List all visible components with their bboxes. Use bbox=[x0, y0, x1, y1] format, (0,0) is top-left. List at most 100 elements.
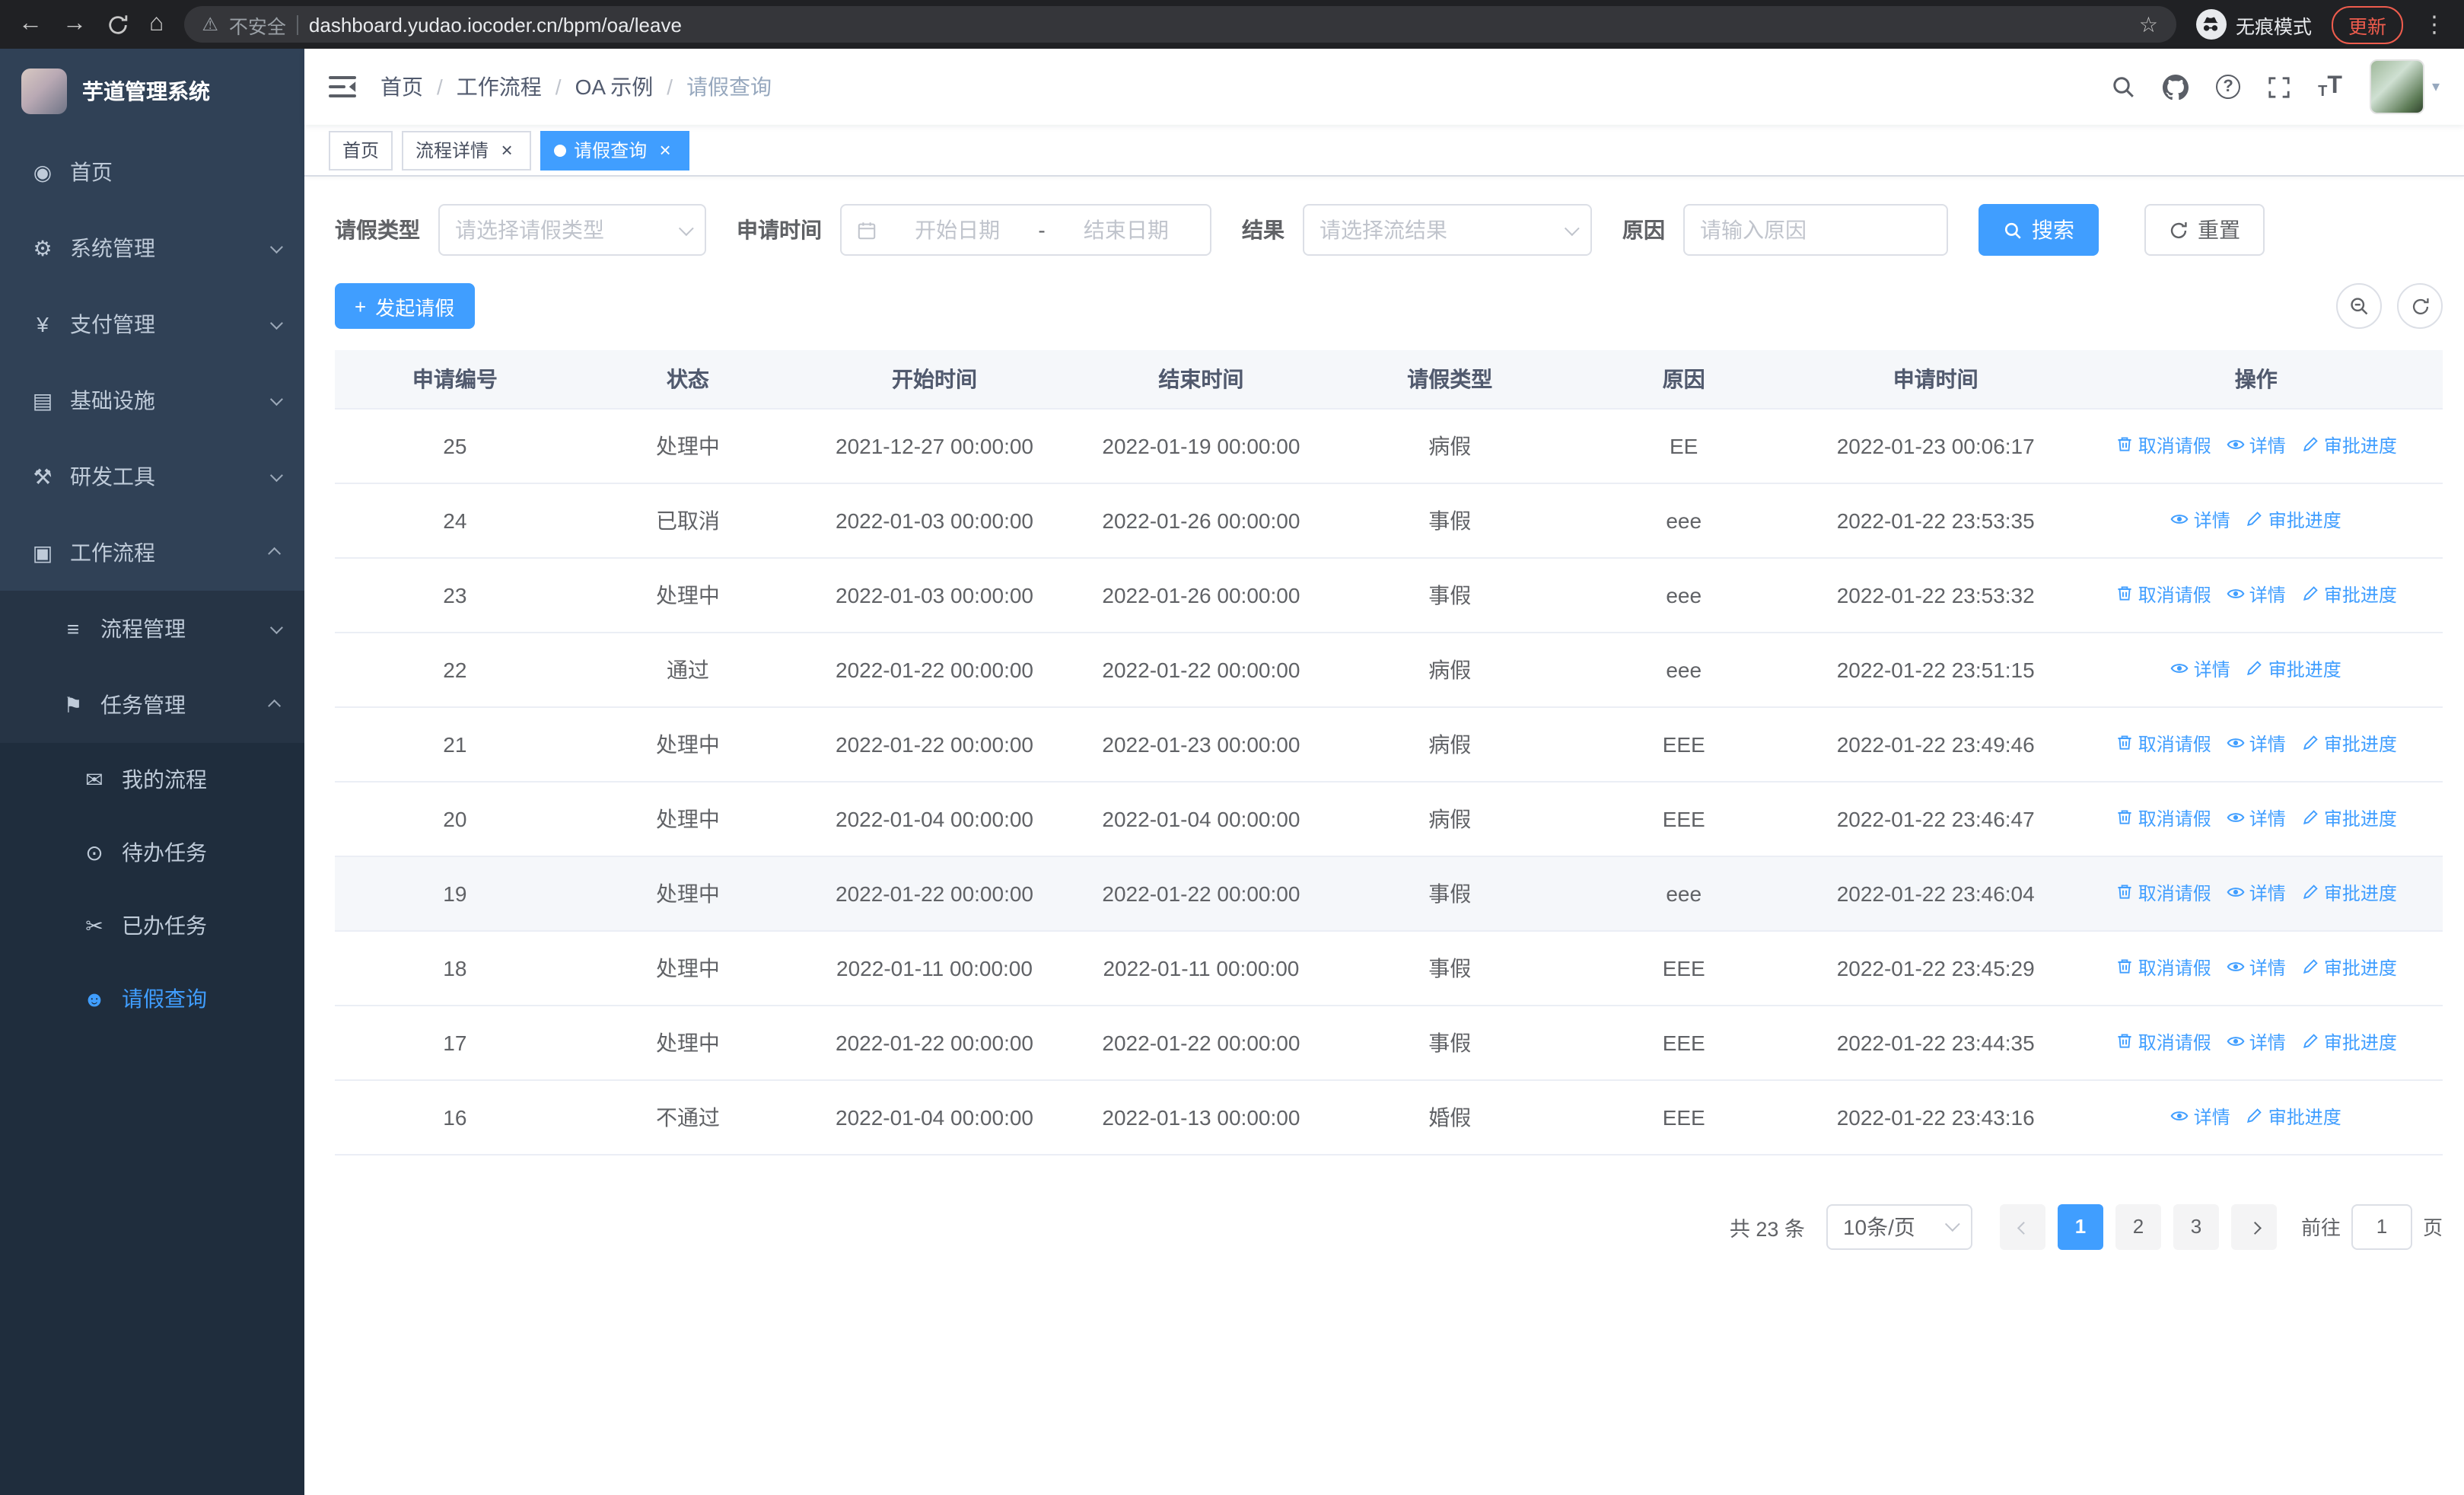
action-detail[interactable]: 详情 bbox=[2171, 1104, 2230, 1130]
sidebar-item-label: 工作流程 bbox=[70, 540, 155, 565]
help-icon[interactable]: ? bbox=[2216, 75, 2241, 99]
action-detail[interactable]: 详情 bbox=[2227, 432, 2286, 458]
page-size-select[interactable]: 10条/页 bbox=[1826, 1203, 1972, 1249]
result-select[interactable]: 请选择流结果 bbox=[1303, 204, 1592, 256]
sidebar-item-devtools[interactable]: ⚒ 研发工具 bbox=[0, 438, 304, 515]
action-cancel[interactable]: 取消请假 bbox=[2115, 731, 2211, 757]
action-progress[interactable]: 审批进度 bbox=[2246, 656, 2341, 682]
update-button[interactable]: 更新 bbox=[2331, 5, 2403, 43]
sidebar-item-leave[interactable]: ☻ 请假查询 bbox=[0, 962, 304, 1035]
action-progress[interactable]: 审批进度 bbox=[2246, 1104, 2341, 1130]
action-cancel[interactable]: 取消请假 bbox=[2115, 880, 2211, 906]
sidebar-item-label: 已办任务 bbox=[122, 913, 207, 938]
action-detail[interactable]: 详情 bbox=[2227, 1029, 2286, 1055]
action-cancel[interactable]: 取消请假 bbox=[2115, 582, 2211, 607]
cell-status: 处理中 bbox=[575, 557, 801, 633]
date-range-picker[interactable]: 开始日期 - 结束日期 bbox=[840, 204, 1211, 256]
sidebar-item-workflow[interactable]: ▣ 工作流程 bbox=[0, 515, 304, 591]
forward-icon[interactable]: → bbox=[62, 11, 87, 37]
tab-close-icon[interactable]: × bbox=[496, 139, 517, 161]
action-detail[interactable]: 详情 bbox=[2227, 955, 2286, 980]
sidebar-item-todo[interactable]: ⊙ 待办任务 bbox=[0, 816, 304, 889]
page-1[interactable]: 1 bbox=[2057, 1203, 2103, 1249]
action-progress[interactable]: 审批进度 bbox=[2301, 582, 2397, 607]
action-cancel[interactable]: 取消请假 bbox=[2115, 1029, 2211, 1055]
action-progress[interactable]: 审批进度 bbox=[2246, 507, 2341, 533]
action-progress[interactable]: 审批进度 bbox=[2301, 1029, 2397, 1055]
action-cancel[interactable]: 取消请假 bbox=[2115, 955, 2211, 980]
page-2[interactable]: 2 bbox=[2115, 1203, 2161, 1249]
table-row: 22 通过 2022-01-22 00:00:00 2022-01-22 00:00:… bbox=[335, 632, 2443, 707]
start-date-placeholder: 开始日期 bbox=[915, 218, 1001, 242]
viewport: ← → ⌂ ⚠ 不安全 dashboard.yudao.iocoder.cn/b… bbox=[0, 0, 2464, 1495]
sidebar-item-task[interactable]: ⚑ 任务管理 bbox=[0, 667, 304, 743]
toggle-search-icon[interactable] bbox=[2336, 283, 2382, 329]
action-progress[interactable]: 审批进度 bbox=[2301, 955, 2397, 980]
next-page-button[interactable] bbox=[2230, 1203, 2277, 1249]
refresh-table-icon[interactable] bbox=[2397, 283, 2443, 329]
column-header: 申请编号 bbox=[335, 350, 575, 409]
action-progress[interactable]: 审批进度 bbox=[2301, 880, 2397, 906]
address-bar[interactable]: ⚠ 不安全 dashboard.yudao.iocoder.cn/bpm/oa/… bbox=[183, 6, 2176, 43]
cell-actions: 详情 审批进度 bbox=[2069, 483, 2443, 558]
cell-start: 2022-01-04 00:00:00 bbox=[801, 781, 1068, 856]
chevron-up-icon bbox=[268, 699, 282, 712]
sidebar-item-process[interactable]: ≡ 流程管理 bbox=[0, 591, 304, 667]
breadcrumb-item-1[interactable]: 工作流程 bbox=[457, 72, 542, 102]
task-icon: ⚑ bbox=[63, 692, 83, 716]
search-icon[interactable] bbox=[2111, 75, 2135, 99]
sidebar-item-gear[interactable]: ⚙ 系统管理 bbox=[0, 210, 304, 286]
navbar-actions: ? TT ▾ bbox=[2111, 59, 2440, 114]
sidebar-item-infrastructure[interactable]: ▤ 基础设施 bbox=[0, 362, 304, 438]
leave-type-select[interactable]: 请选择请假类型 bbox=[438, 204, 706, 256]
action-progress[interactable]: 审批进度 bbox=[2301, 731, 2397, 757]
user-menu[interactable]: ▾ bbox=[2369, 59, 2440, 114]
font-size-icon[interactable]: TT bbox=[2318, 73, 2342, 100]
filter-leave-type: 请假类型 请选择请假类型 bbox=[335, 204, 706, 256]
search-button[interactable]: 搜索 bbox=[1979, 204, 2099, 256]
create-leave-button[interactable]: + 发起请假 bbox=[335, 283, 475, 329]
action-progress[interactable]: 审批进度 bbox=[2301, 805, 2397, 831]
sidebar-item-payment[interactable]: ¥ 支付管理 bbox=[0, 286, 304, 362]
cell-id: 21 bbox=[335, 706, 575, 782]
table-row: 20 处理中 2022-01-04 00:00:00 2022-01-04 00:00… bbox=[335, 781, 2443, 856]
refresh-icon[interactable] bbox=[107, 13, 129, 36]
action-detail[interactable]: 详情 bbox=[2227, 731, 2286, 757]
action-detail[interactable]: 详情 bbox=[2227, 582, 2286, 607]
action-cancel[interactable]: 取消请假 bbox=[2115, 432, 2211, 458]
tab-0[interactable]: 首页 bbox=[329, 130, 393, 170]
reset-button[interactable]: 重置 bbox=[2144, 204, 2265, 256]
kebab-menu-icon[interactable]: ⋮ bbox=[2423, 13, 2446, 36]
back-icon[interactable]: ← bbox=[18, 11, 43, 37]
tab-1[interactable]: 流程详情 × bbox=[402, 130, 532, 170]
action-progress[interactable]: 审批进度 bbox=[2301, 432, 2397, 458]
tab-close-icon[interactable]: × bbox=[654, 139, 676, 161]
leave-table: 申请编号 状态 开始时间 结束时间 请假类型 原因 申请时间 操作 25 处理中 2021-12-… bbox=[335, 350, 2443, 1155]
action-detail[interactable]: 详情 bbox=[2227, 805, 2286, 831]
reason-input[interactable] bbox=[1683, 204, 1948, 256]
cell-actions: 取消请假 详情 审批进度 bbox=[2069, 408, 2443, 483]
address-divider bbox=[296, 14, 298, 34]
eye-icon bbox=[2227, 735, 2245, 753]
page-3[interactable]: 3 bbox=[2173, 1203, 2219, 1249]
app-logo[interactable]: 芋道管理系统 bbox=[0, 49, 304, 134]
sidebar-item-done[interactable]: ✂ 已办任务 bbox=[0, 889, 304, 962]
home-icon[interactable]: ⌂ bbox=[149, 11, 164, 37]
workflow-icon: ▣ bbox=[32, 540, 53, 564]
action-cancel[interactable]: 取消请假 bbox=[2115, 805, 2211, 831]
breadcrumb-item-2[interactable]: OA 示例 bbox=[575, 72, 654, 102]
breadcrumb-item-0[interactable]: 首页 bbox=[380, 72, 423, 102]
sidebar-toggle-icon[interactable] bbox=[329, 75, 356, 99]
sidebar-item-my-process[interactable]: ✉ 我的流程 bbox=[0, 743, 304, 816]
github-icon[interactable] bbox=[2163, 74, 2189, 100]
chevron-down-icon bbox=[269, 241, 283, 254]
sidebar-item-dashboard[interactable]: ◉ 首页 bbox=[0, 134, 304, 210]
goto-page-input[interactable] bbox=[2351, 1203, 2412, 1249]
bookmark-star-icon[interactable]: ☆ bbox=[2139, 11, 2158, 37]
action-detail[interactable]: 详情 bbox=[2171, 656, 2230, 682]
action-detail[interactable]: 详情 bbox=[2171, 507, 2230, 533]
prev-page-button[interactable] bbox=[1999, 1203, 2045, 1249]
action-detail[interactable]: 详情 bbox=[2227, 880, 2286, 906]
tab-2[interactable]: 请假查询 × bbox=[540, 130, 690, 170]
fullscreen-icon[interactable] bbox=[2268, 75, 2291, 98]
